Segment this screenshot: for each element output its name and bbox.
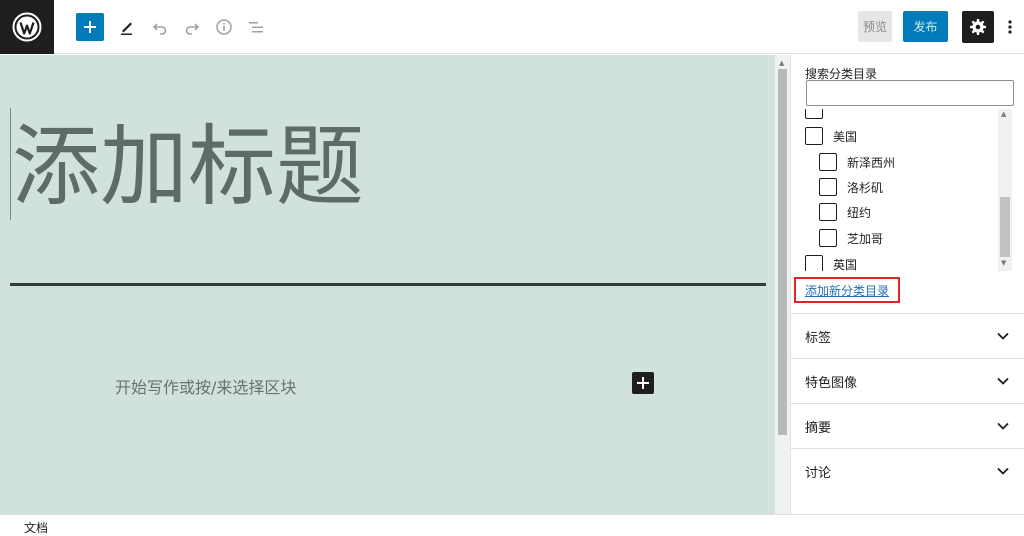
plus-icon	[637, 377, 649, 389]
text-cursor	[10, 108, 11, 220]
category-item[interactable]: 新泽西州	[819, 151, 895, 173]
settings-button[interactable]	[962, 11, 994, 43]
category-item[interactable]: 美国	[805, 125, 857, 147]
category-item[interactable]: 洛杉矶	[819, 176, 883, 198]
panel-tags[interactable]: 标签	[791, 313, 1024, 358]
inline-add-block-button[interactable]	[632, 372, 654, 394]
category-item[interactable]: 纽约	[819, 201, 871, 223]
scroll-down-icon[interactable]: ▼	[1001, 259, 1006, 267]
category-list: 美国 新泽西州 洛杉矶 纽约 芝加哥 英国	[791, 109, 1013, 271]
panel-title: 讨论	[805, 465, 832, 481]
category-checkbox[interactable]	[819, 203, 837, 221]
undo-icon[interactable]	[148, 15, 172, 39]
chevron-down-icon	[997, 467, 1009, 475]
more-vertical-icon	[1008, 20, 1012, 34]
category-label: 纽约	[847, 205, 872, 220]
category-checkbox[interactable]	[819, 229, 837, 247]
block-editor: 预览 发布 添加标题 开始写作或按/来选择区块 ▲ 搜索分类目录 美国 新泽西州…	[0, 0, 1024, 536]
panel-featured-image[interactable]: 特色图像	[791, 358, 1024, 403]
category-label: 芝加哥	[847, 231, 884, 246]
preview-button[interactable]: 预览	[858, 11, 892, 42]
editor-toolbar: 预览 发布	[0, 0, 1024, 54]
scroll-up-icon[interactable]: ▲	[779, 59, 784, 67]
publish-button[interactable]: 发布	[903, 11, 948, 42]
add-new-category-link[interactable]: 添加新分类目录	[794, 277, 900, 303]
category-label: 英国	[833, 257, 858, 272]
add-new-category-label[interactable]: 添加新分类目录	[805, 282, 889, 299]
panel-discussion[interactable]: 讨论	[791, 448, 1024, 493]
category-checkbox[interactable]	[805, 255, 823, 271]
canvas-scrollbar[interactable]: ▲	[775, 55, 790, 514]
panel-title: 特色图像	[805, 375, 858, 391]
list-view-icon[interactable]	[244, 15, 268, 39]
category-item[interactable]: 芝加哥	[819, 227, 883, 249]
category-checkbox[interactable]	[819, 153, 837, 171]
category-checkbox[interactable]	[805, 127, 823, 145]
chevron-down-icon	[997, 422, 1009, 430]
post-title-input[interactable]: 添加标题	[12, 117, 364, 217]
gear-icon	[970, 19, 986, 35]
more-options-button[interactable]	[1002, 15, 1018, 39]
category-label: 洛杉矶	[847, 180, 884, 195]
redo-icon[interactable]	[180, 15, 204, 39]
category-search-input[interactable]	[806, 80, 1014, 106]
pencil-icon[interactable]	[115, 15, 139, 39]
scrollbar-thumb[interactable]	[1000, 197, 1010, 257]
category-label: 新泽西州	[847, 155, 896, 170]
wordpress-logo-icon[interactable]	[0, 0, 54, 54]
block-appender-placeholder[interactable]: 开始写作或按/来选择区块	[115, 374, 296, 398]
panel-excerpt[interactable]: 摘要	[791, 403, 1024, 448]
scroll-up-icon[interactable]: ▲	[1001, 110, 1006, 118]
category-item[interactable]: 英国	[805, 253, 857, 271]
category-label: 美国	[833, 129, 858, 144]
category-checkbox[interactable]	[805, 109, 823, 119]
chevron-down-icon	[997, 377, 1009, 385]
chevron-down-icon	[997, 332, 1009, 340]
title-separator	[10, 283, 766, 286]
editor-footer: 文档	[0, 514, 1024, 536]
info-icon[interactable]	[212, 15, 236, 39]
panel-title: 标签	[805, 330, 832, 346]
plus-icon	[84, 21, 96, 33]
category-list-scrollbar[interactable]: ▲ ▼	[998, 109, 1012, 271]
block-breadcrumb[interactable]: 文档	[24, 519, 48, 536]
add-block-button[interactable]	[76, 13, 104, 41]
editor-canvas[interactable]: 添加标题 开始写作或按/来选择区块	[0, 55, 775, 514]
scrollbar-thumb[interactable]	[778, 69, 787, 435]
settings-sidebar: 搜索分类目录 美国 新泽西州 洛杉矶 纽约 芝加哥 英国 ▲ ▼ 添加新分类目录…	[790, 55, 1024, 514]
panel-title: 摘要	[805, 420, 832, 436]
category-item-hidden[interactable]	[805, 109, 823, 121]
category-checkbox[interactable]	[819, 178, 837, 196]
